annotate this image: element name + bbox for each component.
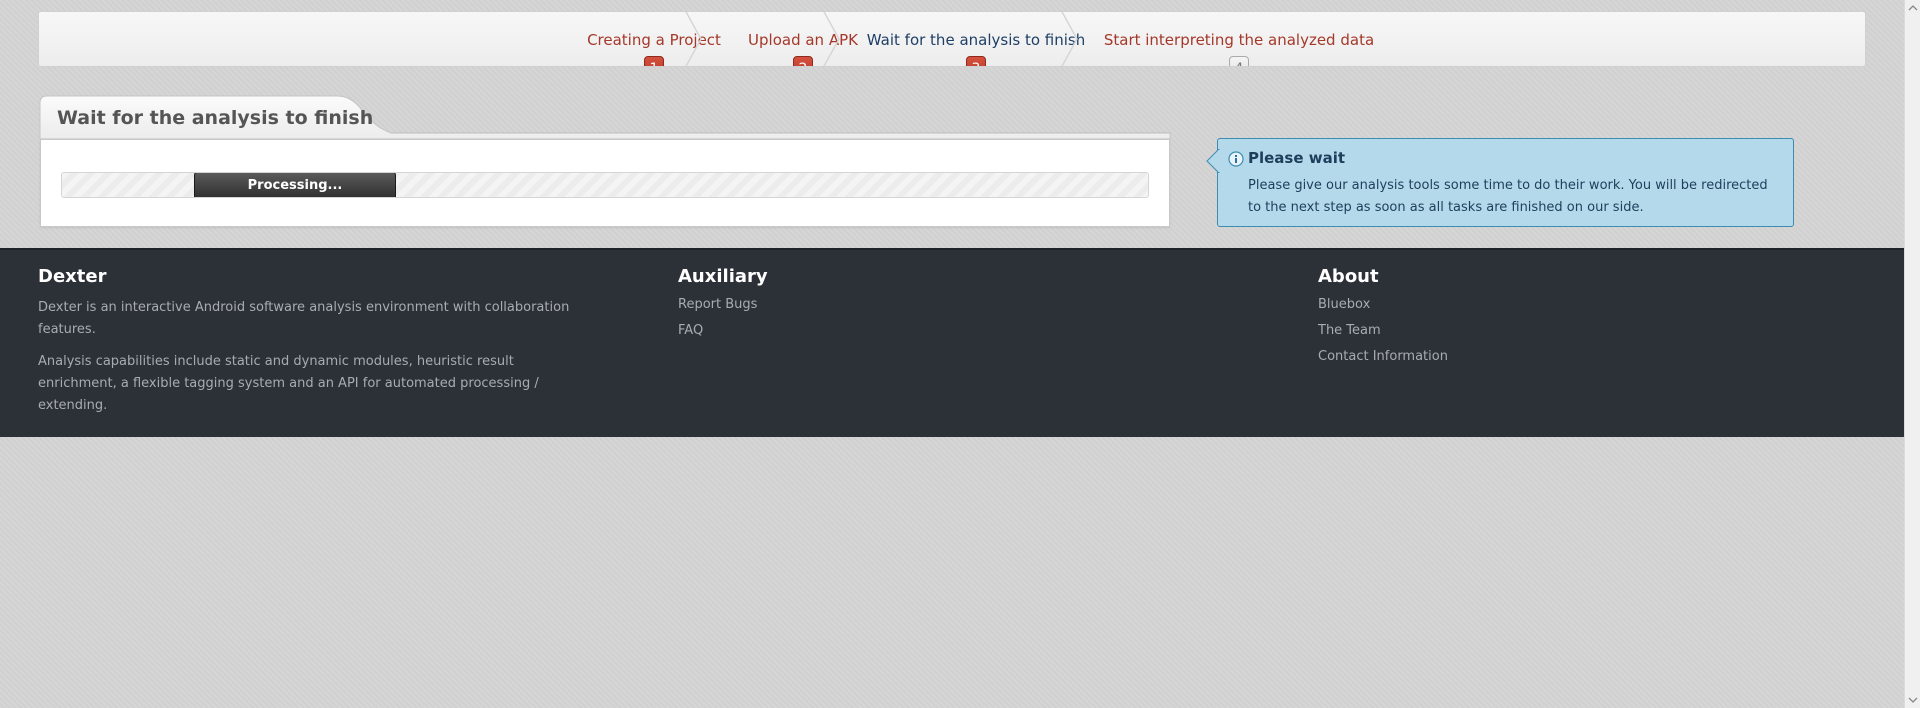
scroll-down-icon[interactable] [1908,696,1918,704]
footer-col-auxiliary: Auxiliary Report Bugs FAQ [678,266,978,344]
footer-link-bluebox[interactable]: Bluebox [1318,292,1618,318]
footer-heading-about: About [1318,266,1379,287]
vertical-scrollbar[interactable] [1904,0,1920,708]
wizard-steps: Creating a Project 1 Upload an APK 2 Wai… [38,11,1866,67]
page: Creating a Project 1 Upload an APK 2 Wai… [0,0,1904,708]
footer-heading-dexter: Dexter [38,266,107,287]
footer-link-contact[interactable]: Contact Information [1318,344,1618,370]
step-number-badge: 2 [793,56,813,66]
progress-track: Processing... [61,172,1149,198]
analysis-panel: Processing... [40,139,1170,227]
panel-title: Wait for the analysis to finish [57,107,374,129]
info-title: Please wait [1248,149,1346,167]
wizard-step-list: Creating a Project 1 Upload an APK 2 Wai… [39,12,1865,66]
footer-description: Analysis capabilities include static and… [38,354,539,413]
step-number-badge: 1 [644,56,664,66]
scroll-up-icon[interactable] [1908,4,1918,12]
info-box: Please wait Please give our analysis too… [1206,138,1794,227]
step-number-badge: 4 [1229,56,1249,66]
footer-link-report-bugs[interactable]: Report Bugs [678,292,978,318]
footer-link-the-team[interactable]: The Team [1318,318,1618,344]
footer-link-faq[interactable]: FAQ [678,318,978,344]
wizard-step-label[interactable]: Start interpreting the analyzed data [1079,31,1399,49]
info-text: Please give our analysis tools some time… [1248,178,1768,215]
chevron-separator-icon [823,12,840,66]
progress-indicator: Processing... [194,173,396,197]
footer-col-about: About Bluebox The Team Contact Informati… [1318,266,1618,370]
chevron-separator-icon [1061,12,1078,66]
callout-arrow-icon [1206,149,1220,173]
footer: Dexter Dexter is an interactive Android … [0,248,1904,437]
footer-description: Dexter is an interactive Android softwar… [38,300,570,337]
info-icon [1228,151,1244,167]
wizard-step-4[interactable]: Start interpreting the analyzed data 4 [1079,12,1399,66]
chevron-separator-icon [685,12,702,66]
footer-heading-auxiliary: Auxiliary [678,266,768,287]
step-number-badge: 3 [966,56,986,66]
footer-col-dexter: Dexter Dexter is an interactive Android … [38,266,598,417]
